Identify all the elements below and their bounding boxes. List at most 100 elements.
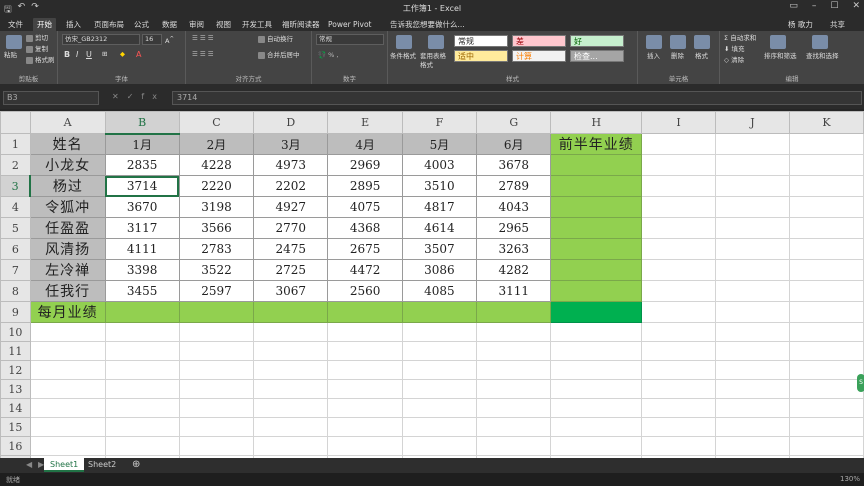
row-header[interactable]: 6 [0,238,31,260]
cell-B12[interactable] [104,360,180,380]
cell-K11[interactable] [788,341,864,361]
ribbon-tab-9[interactable]: 福昕阅读器 [278,18,324,31]
cell-G3[interactable]: 2789 [476,175,552,197]
row-header[interactable]: 8 [0,280,31,302]
cell-style-0[interactable]: 常规 [454,35,508,47]
cell-I3[interactable] [641,175,717,197]
cell-K12[interactable] [788,360,864,380]
cell-A11[interactable] [29,341,106,361]
fill-button[interactable]: ⬇ 填充 [724,45,745,54]
row-header[interactable]: 5 [0,217,31,239]
cell-E8[interactable]: 2560 [327,280,403,302]
ribbon-tab-3[interactable]: 页面布局 [90,18,128,31]
cell-F11[interactable] [401,341,478,361]
paste-button[interactable]: 粘贴 [4,51,17,60]
cell-D15[interactable] [253,417,329,437]
cell-K4[interactable] [788,196,864,218]
cell-H14[interactable] [550,398,643,418]
cell-B8[interactable]: 3455 [104,280,180,302]
formula-input[interactable]: 3714 [172,91,862,105]
format-cells-icon[interactable] [694,35,710,49]
cell-I15[interactable] [641,417,717,437]
cell-F4[interactable]: 4817 [401,196,478,218]
cell-E4[interactable]: 4075 [327,196,403,218]
cell-D13[interactable] [253,379,329,399]
cell-C6[interactable]: 2783 [178,238,255,260]
cell-D10[interactable] [253,322,329,342]
row-header[interactable]: 1 [0,133,31,155]
cell-J11[interactable] [715,341,790,361]
ribbon-tab-1[interactable]: 开始 [33,18,56,31]
cell-K6[interactable] [788,238,864,260]
cell-B16[interactable] [104,436,180,456]
cell-E5[interactable]: 4368 [327,217,403,239]
cell-H11[interactable] [550,341,643,361]
cell-I9[interactable] [641,301,717,323]
delete-cells-icon[interactable] [670,35,686,49]
cell-D16[interactable] [253,436,329,456]
copy-button[interactable]: 复制 [26,45,48,54]
cell-H5[interactable] [550,217,643,239]
row-header[interactable]: 7 [0,259,31,281]
cell-K2[interactable] [788,154,864,176]
cell-D11[interactable] [253,341,329,361]
column-header-E[interactable]: E [327,111,403,134]
close-icon[interactable]: ✕ [852,1,860,11]
cell-F5[interactable]: 4614 [401,217,478,239]
cell-G9[interactable] [476,301,552,323]
row-header[interactable]: 14 [0,398,31,418]
row-header[interactable]: 4 [0,196,31,218]
cell-J16[interactable] [715,436,790,456]
table-format-button[interactable]: 套用表格格式 [420,52,452,70]
cell-A9[interactable]: 每月业绩 [29,301,106,323]
cell-F16[interactable] [401,436,478,456]
cell-style-3[interactable]: 适中 [454,50,508,62]
number-format-select[interactable]: 常规 [316,34,384,45]
sort-filter-icon[interactable] [770,35,786,49]
cell-J5[interactable] [715,217,790,239]
conditional-format-icon[interactable] [396,35,412,49]
cell-C3[interactable]: 2220 [178,175,255,197]
cell-E9[interactable] [327,301,403,323]
column-header-J[interactable]: J [715,111,790,134]
cell-F13[interactable] [401,379,478,399]
cell-F3[interactable]: 3510 [401,175,478,197]
find-select-icon[interactable] [812,35,828,49]
cell-I7[interactable] [641,259,717,281]
cell-J9[interactable] [715,301,790,323]
cell-C5[interactable]: 3566 [178,217,255,239]
cell-C10[interactable] [178,322,255,342]
cell-D12[interactable] [253,360,329,380]
cell-G12[interactable] [476,360,552,380]
cell-E11[interactable] [327,341,403,361]
cell-C12[interactable] [178,360,255,380]
cell-E6[interactable]: 2675 [327,238,403,260]
cell-J2[interactable] [715,154,790,176]
cell-I12[interactable] [641,360,717,380]
cell-G2[interactable]: 3678 [476,154,552,176]
cell-A14[interactable] [29,398,106,418]
select-all-corner[interactable] [0,111,31,134]
font-grow-icon[interactable]: A^ [165,35,174,46]
cell-E14[interactable] [327,398,403,418]
cell-E16[interactable] [327,436,403,456]
cell-H3[interactable] [550,175,643,197]
cell-C15[interactable] [178,417,255,437]
cell-F12[interactable] [401,360,478,380]
cell-A8[interactable]: 任我行 [29,280,106,302]
autosum-button[interactable]: Σ 自动求和 [724,34,756,43]
cell-H10[interactable] [550,322,643,342]
cell-K1[interactable] [788,133,864,155]
cell-K13[interactable] [788,379,864,399]
font-name-select[interactable]: 仿宋_GB2312 [62,34,140,45]
cell-J12[interactable] [715,360,790,380]
row-header[interactable]: 2 [0,154,31,176]
cell-C2[interactable]: 4228 [178,154,255,176]
underline-button[interactable]: U [86,50,92,59]
cell-J1[interactable] [715,133,790,155]
row-header[interactable]: 11 [0,341,31,361]
cell-style-1[interactable]: 差 [512,35,566,47]
cell-F9[interactable] [401,301,478,323]
clear-button[interactable]: ◇ 清除 [724,56,744,65]
cell-H15[interactable] [550,417,643,437]
